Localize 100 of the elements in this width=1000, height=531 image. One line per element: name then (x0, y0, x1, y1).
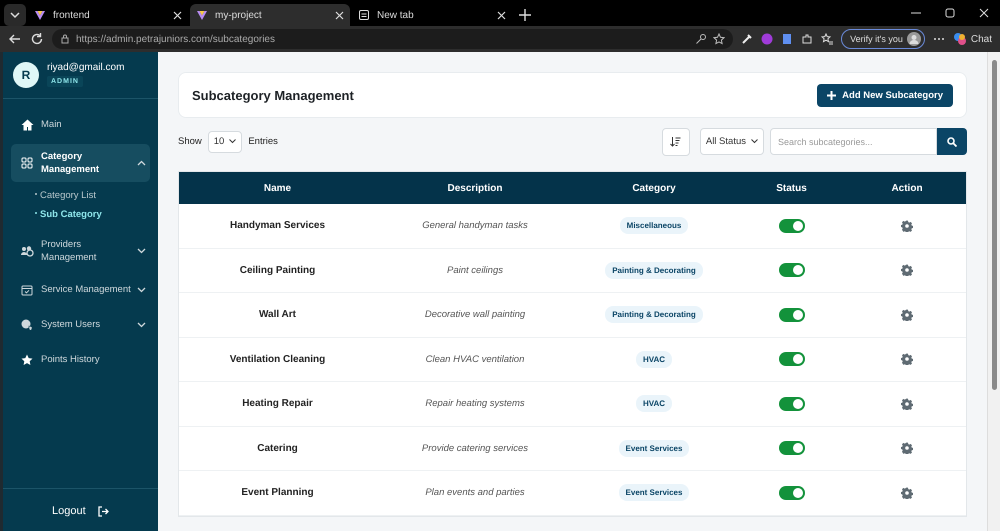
sidebar-item[interactable]: Category Management (11, 144, 150, 182)
table-cell-text: Handyman Services (228, 219, 326, 234)
user-shield-icon (21, 318, 33, 330)
sidebar-item[interactable]: Providers Management (11, 232, 150, 270)
scrollbar[interactable] (987, 52, 1000, 531)
column-header: Status (775, 182, 808, 196)
gear-icon[interactable] (901, 442, 913, 454)
extension-icon[interactable] (761, 33, 774, 45)
table-cell-text: Wall Art (258, 308, 298, 322)
address-bar[interactable]: https://admin.petrajuniors.com/subcategories (52, 29, 734, 49)
user-email: riyad@gmail.com (47, 62, 124, 73)
table-cell-text: Paint ceilings (446, 264, 504, 278)
table-cell-text: Plan events and parties (424, 486, 526, 500)
category-tag: Event Services (618, 440, 690, 457)
category-tag: Painting & Decorating (605, 262, 703, 279)
status-toggle[interactable] (778, 352, 804, 366)
gear-icon[interactable] (901, 486, 913, 499)
browser-tab[interactable]: frontend (28, 4, 188, 26)
category-tag: Event Services (618, 484, 690, 502)
browser-tab[interactable]: New tab (352, 4, 512, 26)
chevron-down-icon (137, 248, 146, 254)
plus-icon (827, 90, 836, 100)
submenu-item[interactable]: Category List (35, 190, 150, 201)
gear-icon[interactable] (901, 353, 913, 366)
sidebar-item[interactable]: Points History (11, 344, 150, 375)
logout-link[interactable]: Logout (52, 505, 86, 517)
submenu-item[interactable]: Sub Category (35, 209, 150, 220)
maximize-icon[interactable] (944, 7, 956, 19)
table-cell-text: Decorative wall painting (424, 308, 526, 322)
copilot-icon (952, 32, 967, 46)
search-icon (947, 136, 957, 146)
gear-icon[interactable] (901, 264, 913, 276)
table-cell-text: Repair heating systems (424, 397, 526, 412)
status-toggle[interactable] (778, 486, 804, 500)
page-title: Subcategory Management (192, 88, 354, 102)
back-icon[interactable] (8, 32, 22, 46)
puzzle-icon[interactable] (801, 33, 814, 45)
status-toggle[interactable] (778, 263, 804, 278)
table-cell-text: Catering (256, 442, 299, 456)
browser-tab[interactable]: my-project (190, 4, 350, 26)
dropper-icon[interactable] (741, 33, 754, 45)
close-icon[interactable] (978, 7, 990, 19)
category-tag: HVAC (636, 350, 672, 368)
favorites-icon[interactable] (821, 33, 834, 45)
table-cell-text: Provide catering services (420, 442, 530, 456)
category-tag: HVAC (636, 395, 672, 412)
category-tag: Painting & Decorating (605, 306, 703, 324)
chevron-down-icon (137, 286, 146, 292)
more-icon[interactable] (932, 37, 945, 41)
search-button[interactable] (937, 128, 967, 155)
key-icon[interactable] (695, 33, 708, 45)
status-toggle[interactable] (778, 218, 804, 233)
chevron-up-icon (137, 160, 146, 166)
page-size-select[interactable]: 10 (208, 130, 242, 152)
close-icon[interactable] (173, 10, 182, 20)
home-icon (21, 118, 34, 130)
avatar-icon (906, 32, 921, 46)
close-icon[interactable] (497, 10, 506, 20)
show-label: Show (178, 136, 202, 147)
column-header: Name (262, 182, 292, 196)
status-toggle[interactable] (778, 308, 804, 322)
sidebar-item[interactable]: Main (11, 109, 150, 140)
reload-icon[interactable] (30, 32, 44, 46)
user-avatar: R (13, 62, 39, 88)
status-toggle[interactable] (778, 441, 804, 456)
sidebar-item[interactable]: System Users (11, 309, 150, 340)
table-cell-text: Clean HVAC ventilation (424, 352, 526, 367)
sort-icon (670, 136, 682, 147)
gear-icon[interactable] (901, 398, 913, 410)
logout-icon[interactable] (98, 506, 109, 516)
chevron-down-icon (137, 322, 146, 328)
column-header: Action (890, 182, 924, 196)
users-icon (21, 245, 34, 257)
status-toggle[interactable] (778, 396, 804, 411)
chat-button[interactable]: Chat (952, 32, 992, 46)
star-icon (21, 354, 33, 366)
grid-icon (21, 157, 33, 169)
close-icon[interactable] (335, 10, 344, 20)
logo-icon (196, 9, 208, 21)
sidebar-item[interactable]: Service Management (11, 274, 150, 305)
table-cell-text: Ceiling Painting (238, 264, 316, 278)
calendar-icon (21, 284, 33, 296)
column-header: Description (446, 182, 504, 196)
table-cell-text: Event Planning (240, 486, 315, 500)
status-filter[interactable]: All Status (700, 128, 764, 155)
sort-button[interactable] (662, 128, 690, 156)
tab-list-button[interactable] (4, 4, 26, 26)
chevron-down-icon (751, 139, 758, 144)
profile-button[interactable]: Verify it's you (841, 29, 925, 49)
new-tab-icon[interactable] (518, 8, 532, 22)
table-cell-text: Ventilation Cleaning (228, 352, 326, 367)
gear-icon[interactable] (901, 308, 913, 321)
star-icon[interactable] (713, 33, 726, 45)
logo-icon (34, 9, 46, 21)
search-field[interactable]: Search subcategories... (770, 128, 937, 155)
extension-icon[interactable] (781, 33, 794, 45)
column-header: Category (631, 182, 677, 196)
table-cell-text: General handyman tasks (421, 219, 529, 234)
gear-icon[interactable] (901, 220, 913, 232)
add-subcategory-button[interactable]: Add New Subcategory (817, 84, 953, 106)
